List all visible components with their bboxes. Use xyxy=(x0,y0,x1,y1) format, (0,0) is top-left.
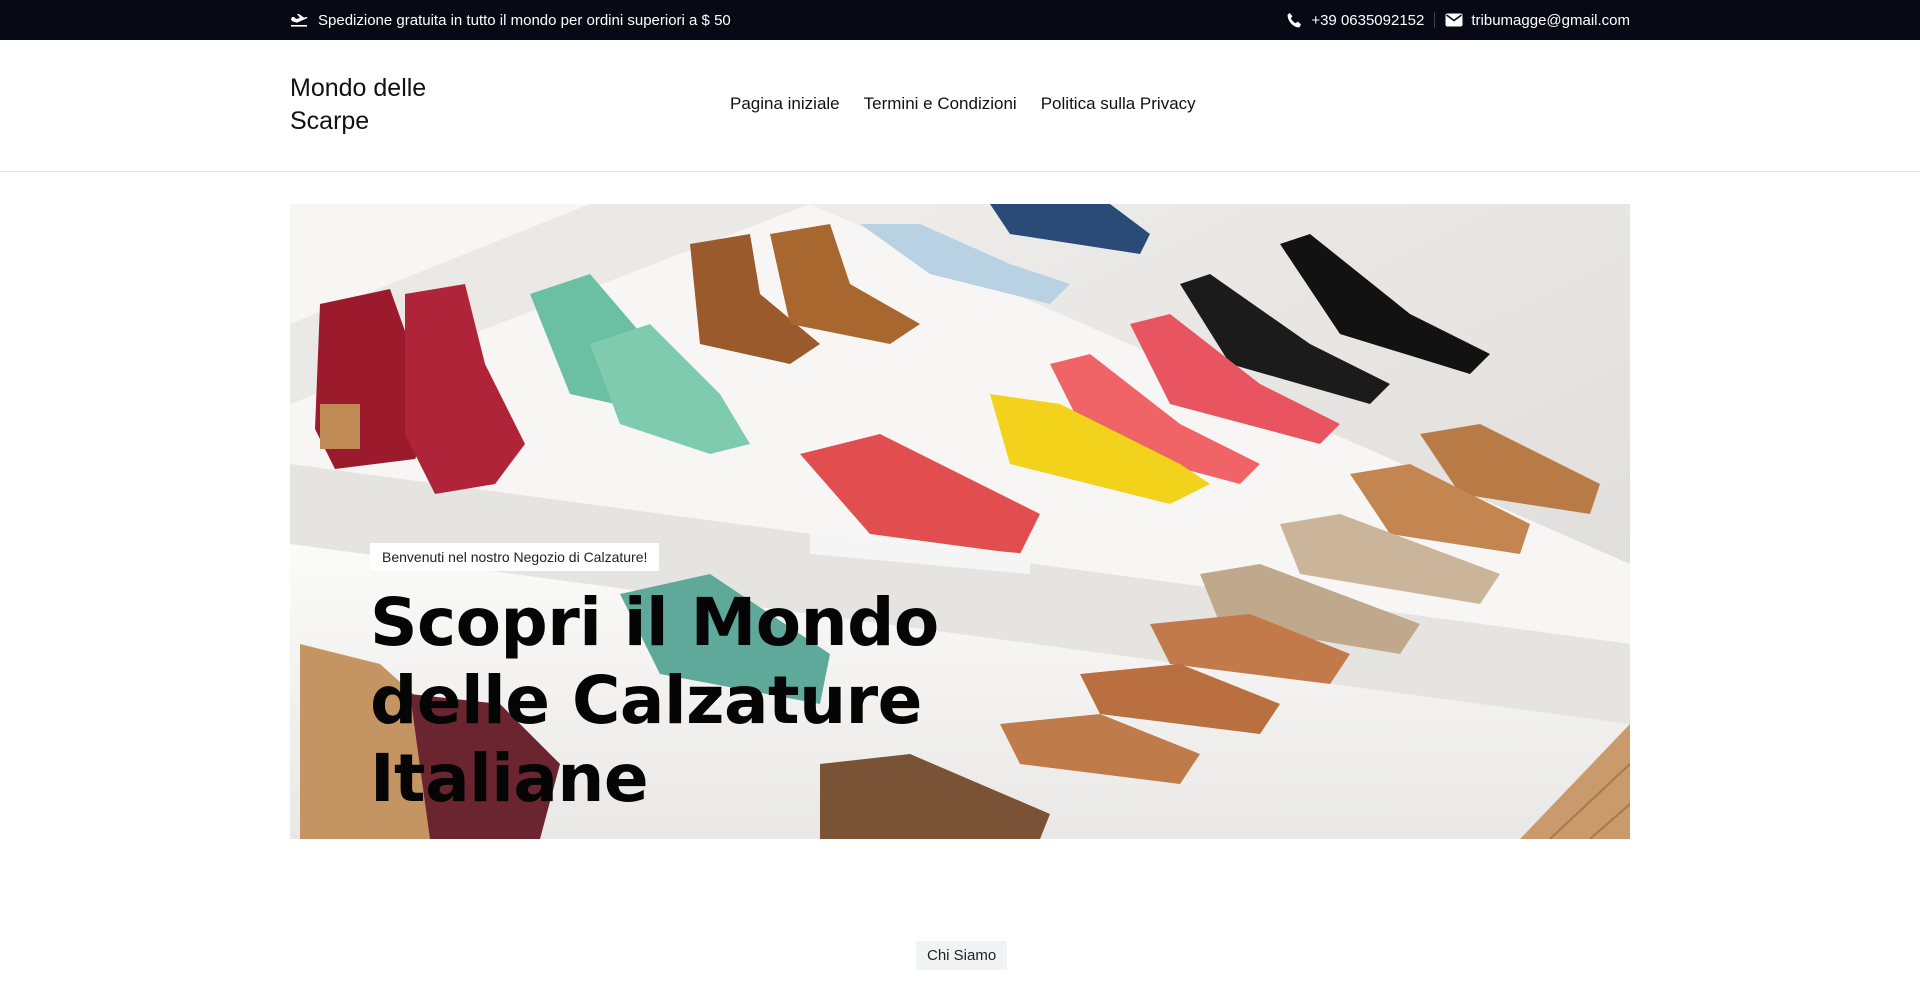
email-address: tribumagge@gmail.com xyxy=(1471,11,1630,29)
nav-terms[interactable]: Termini e Condizioni xyxy=(864,94,1017,114)
shipping-notice: Spedizione gratuita in tutto il mondo pe… xyxy=(290,12,731,29)
site-logo-text[interactable]: Mondo delle Scarpe xyxy=(290,72,460,138)
divider xyxy=(1434,12,1436,28)
nav-home[interactable]: Pagina iniziale xyxy=(730,94,840,114)
hero-banner: Benvenuti nel nostro Negozio di Calzatur… xyxy=(290,204,1630,839)
hero-badge: Benvenuti nel nostro Negozio di Calzatur… xyxy=(370,543,660,571)
envelope-icon xyxy=(1445,13,1463,27)
main-nav: Pagina iniziale Termini e Condizioni Pol… xyxy=(730,94,1220,114)
top-bar: Spedizione gratuita in tutto il mondo pe… xyxy=(0,0,1920,40)
email-link[interactable]: tribumagge@gmail.com xyxy=(1445,12,1630,29)
airplane-icon xyxy=(290,13,308,27)
about-section-badge: Chi Siamo xyxy=(916,941,1008,970)
phone-number: +39 0635092152 xyxy=(1311,11,1425,29)
phone-link[interactable]: +39 0635092152 xyxy=(1286,12,1424,29)
nav-privacy[interactable]: Politica sulla Privacy xyxy=(1041,94,1196,114)
hero-title: Scopri il Mondo delle Calzature Italiane xyxy=(370,584,939,817)
phone-icon xyxy=(1286,12,1303,29)
shipping-text: Spedizione gratuita in tutto il mondo pe… xyxy=(318,11,731,29)
site-header: Mondo delle Scarpe Pagina iniziale Termi… xyxy=(0,40,1920,172)
